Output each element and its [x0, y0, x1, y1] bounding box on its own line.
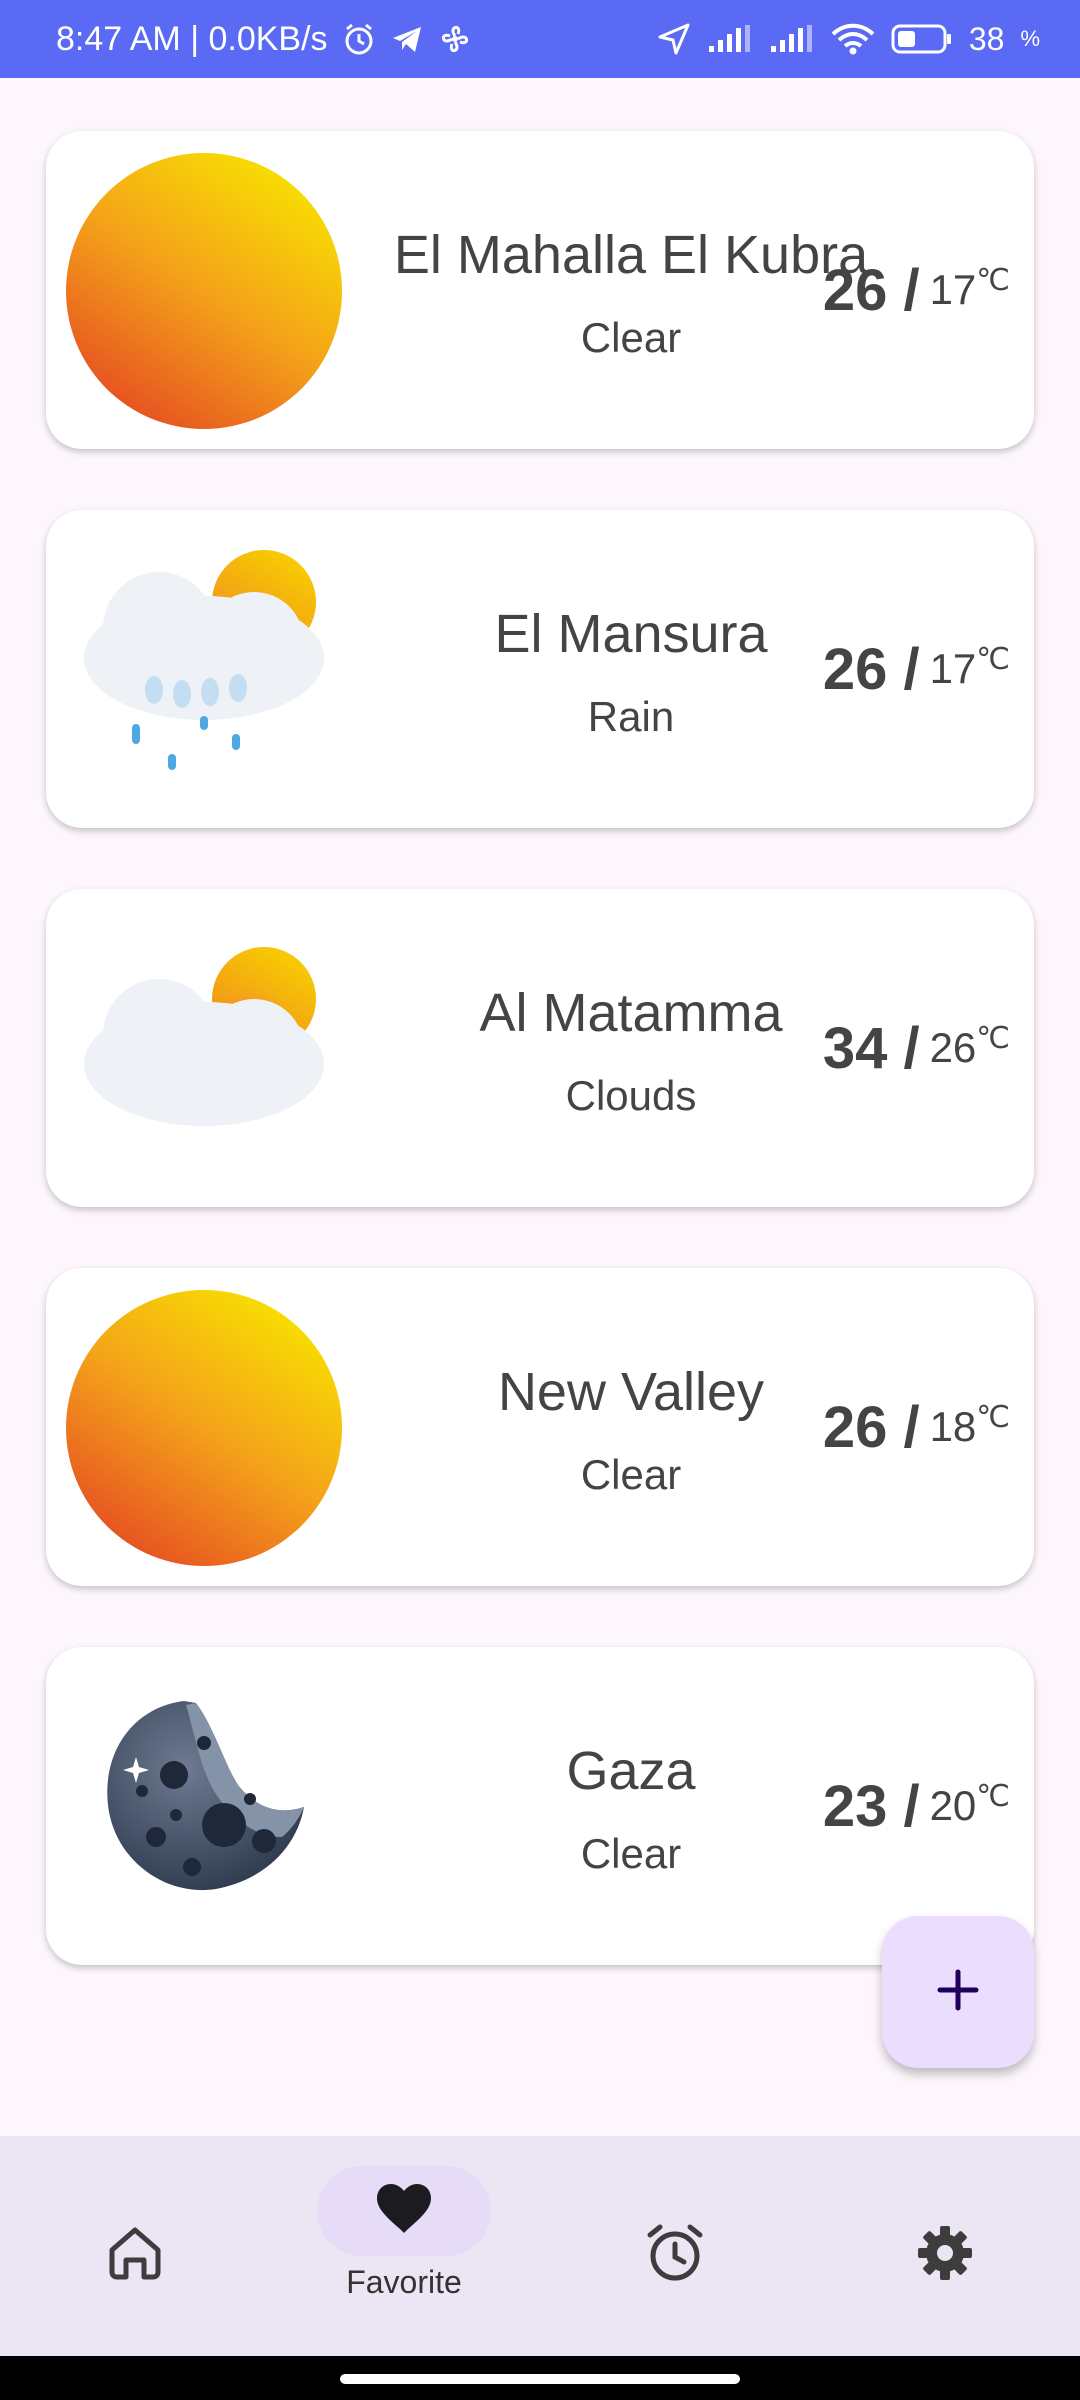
city-card[interactable]: El Mahalla El Kubra Clear 26 / 17 ℃ — [46, 131, 1034, 449]
weather-condition: Clear — [580, 314, 682, 361]
status-bar: 8:47 AM | 0.0KB/s 38% — [0, 0, 1080, 78]
temp-low: 17 — [929, 266, 977, 313]
battery-icon — [891, 23, 953, 55]
rain-cloud-icon — [64, 530, 344, 810]
temp-unit: ℃ — [976, 1400, 1010, 1434]
weather-condition: Clear — [580, 1451, 682, 1498]
gear-icon — [858, 2208, 1032, 2298]
add-city-button[interactable] — [882, 1916, 1034, 2068]
nav-active-indicator — [317, 2166, 491, 2256]
heart-icon — [375, 2183, 433, 2240]
city-name: El Mahalla El Kubra — [393, 225, 869, 285]
home-icon — [48, 2208, 222, 2298]
nav-item-home[interactable] — [45, 2166, 225, 2336]
city-name: El Mansura — [494, 604, 768, 664]
city-info: Al Matamma Clouds — [376, 889, 886, 1207]
bottom-navigation: Favorite — [0, 2136, 1080, 2356]
city-name: Al Matamma — [479, 983, 783, 1043]
city-card[interactable]: El Mansura Rain 26 / 17 ℃ — [46, 510, 1034, 828]
wifi-icon — [831, 23, 875, 55]
battery-percent-sign: % — [1020, 26, 1040, 51]
sun-icon — [64, 1288, 344, 1568]
temp-high: 26 / — [822, 636, 920, 702]
nav-label-favorite: Favorite — [346, 2264, 462, 2300]
moon-icon — [64, 1667, 344, 1947]
temp-unit: ℃ — [976, 642, 1010, 676]
city-card[interactable]: Al Matamma Clouds 34 / 26 ℃ — [46, 889, 1034, 1207]
cloud-sun-icon — [64, 909, 344, 1189]
temp-low: 17 — [929, 645, 977, 692]
city-info: El Mansura Rain — [376, 510, 886, 828]
temp-high: 23 / — [822, 1773, 920, 1839]
status-time: 8:47 AM | 0.0KB/s — [56, 19, 328, 58]
sun-icon — [64, 151, 344, 431]
alarm-icon — [588, 2208, 762, 2298]
temp-high: 34 / — [822, 1015, 920, 1081]
weather-condition: Rain — [587, 693, 675, 740]
gesture-handle[interactable] — [340, 2374, 740, 2384]
temp-low: 26 — [929, 1024, 977, 1071]
city-info: Gaza Clear — [376, 1647, 886, 1965]
temperature: 26 / 18 ℃ — [823, 1268, 1010, 1586]
temp-high: 26 / — [822, 257, 920, 323]
city-card[interactable]: Gaza Clear 23 / 20 ℃ — [46, 1647, 1034, 1965]
temp-unit: ℃ — [976, 1779, 1010, 1813]
temp-unit: ℃ — [976, 1021, 1010, 1055]
system-navigation-bar — [0, 2356, 1080, 2400]
temp-low: 20 — [929, 1782, 977, 1829]
telegram-icon — [390, 22, 424, 56]
temperature: 34 / 26 ℃ — [823, 889, 1010, 1207]
weather-condition: Clear — [580, 1830, 682, 1877]
temperature: 26 / 17 ℃ — [823, 510, 1010, 828]
favorites-list: El Mahalla El Kubra Clear 26 / 17 ℃ El M… — [46, 131, 1034, 2026]
plus-icon — [936, 1968, 980, 2017]
temperature: 26 / 17 ℃ — [823, 131, 1010, 449]
nav-item-alarm[interactable] — [585, 2166, 765, 2336]
signal-icon — [707, 24, 753, 54]
alarm-status-icon — [342, 22, 376, 56]
weather-condition: Clouds — [565, 1072, 697, 1119]
temp-high: 26 / — [822, 1394, 920, 1460]
city-info: New Valley Clear — [376, 1268, 886, 1586]
temp-unit: ℃ — [976, 263, 1010, 297]
pinwheel-icon — [438, 22, 472, 56]
city-name: Gaza — [566, 1741, 696, 1801]
nav-item-settings[interactable] — [855, 2166, 1035, 2336]
battery-level: 38 — [968, 20, 1005, 57]
signal-icon-2 — [769, 24, 815, 54]
temp-low: 18 — [929, 1403, 977, 1450]
city-info: El Mahalla El Kubra Clear — [376, 131, 886, 449]
city-card[interactable]: New Valley Clear 26 / 18 ℃ — [46, 1268, 1034, 1586]
city-name: New Valley — [497, 1362, 765, 1422]
nav-item-favorite[interactable]: Favorite — [314, 2166, 494, 2336]
location-icon — [657, 22, 691, 56]
